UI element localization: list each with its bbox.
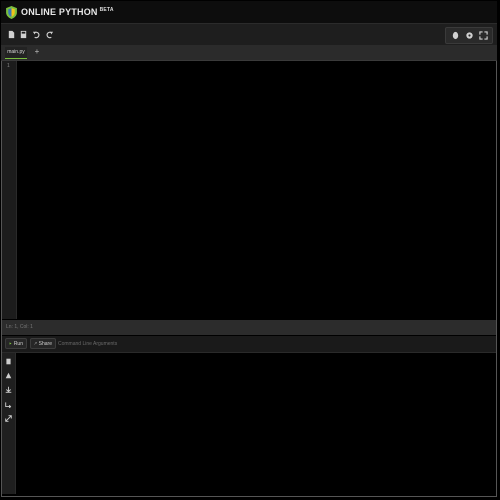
- undo-icon: [32, 31, 39, 38]
- clear-output-button[interactable]: [4, 371, 13, 380]
- fullscreen-button[interactable]: [477, 29, 489, 41]
- app-title-text: ONLINE PYTHON: [21, 7, 98, 17]
- toolbar-right-group: [445, 27, 493, 44]
- redo-button[interactable]: [43, 28, 55, 40]
- add-tab-button[interactable]: +: [33, 47, 41, 58]
- line-number: 1: [7, 63, 10, 69]
- run-label: Run: [13, 340, 23, 347]
- status-bar: Ln: 1, Col: 1: [2, 320, 496, 335]
- output-panel: [2, 353, 496, 494]
- beta-badge: BETA: [99, 7, 114, 13]
- share-icon: [34, 342, 37, 345]
- share-label: Share: [38, 340, 52, 347]
- command-line-args-input[interactable]: Command Line Arguments: [58, 341, 117, 347]
- settings-icon: [465, 31, 473, 39]
- wrap-output-button[interactable]: [4, 400, 13, 409]
- upload-button[interactable]: [449, 29, 461, 41]
- copy-output-button[interactable]: [4, 357, 13, 366]
- play-icon: [9, 342, 12, 345]
- upload-icon: [452, 31, 458, 39]
- header-bar: ONLINE PYTHON BETA: [1, 1, 497, 23]
- expand-icon: [5, 415, 12, 422]
- output-sidebar: [2, 353, 16, 494]
- line-number-gutter: 1: [2, 61, 17, 319]
- save-button[interactable]: [17, 28, 29, 40]
- toolbar: [1, 23, 497, 45]
- run-button[interactable]: Run: [5, 338, 27, 349]
- new-file-icon: [8, 30, 14, 38]
- file-tab-bar: main.py +: [1, 45, 497, 61]
- download-icon: [5, 386, 12, 393]
- code-editor[interactable]: 1: [2, 61, 496, 319]
- redo-icon: [46, 31, 53, 38]
- save-icon: [20, 30, 26, 38]
- wrap-icon: [5, 402, 12, 408]
- clear-icon: [5, 372, 12, 379]
- download-output-button[interactable]: [4, 385, 13, 394]
- undo-button[interactable]: [30, 28, 42, 40]
- share-button[interactable]: Share: [30, 338, 56, 349]
- app-title: ONLINE PYTHON BETA: [21, 7, 114, 17]
- expand-output-button[interactable]: [4, 414, 13, 423]
- action-bar: Run Share Command Line Arguments: [2, 336, 496, 353]
- copy-icon: [6, 358, 11, 365]
- new-file-button[interactable]: [5, 28, 17, 40]
- fullscreen-icon: [478, 30, 488, 40]
- logo-icon: [6, 5, 17, 19]
- tab-main-py[interactable]: main.py: [5, 47, 27, 59]
- cursor-position: Ln: 1, Col: 1: [6, 324, 33, 330]
- settings-button[interactable]: [463, 29, 475, 41]
